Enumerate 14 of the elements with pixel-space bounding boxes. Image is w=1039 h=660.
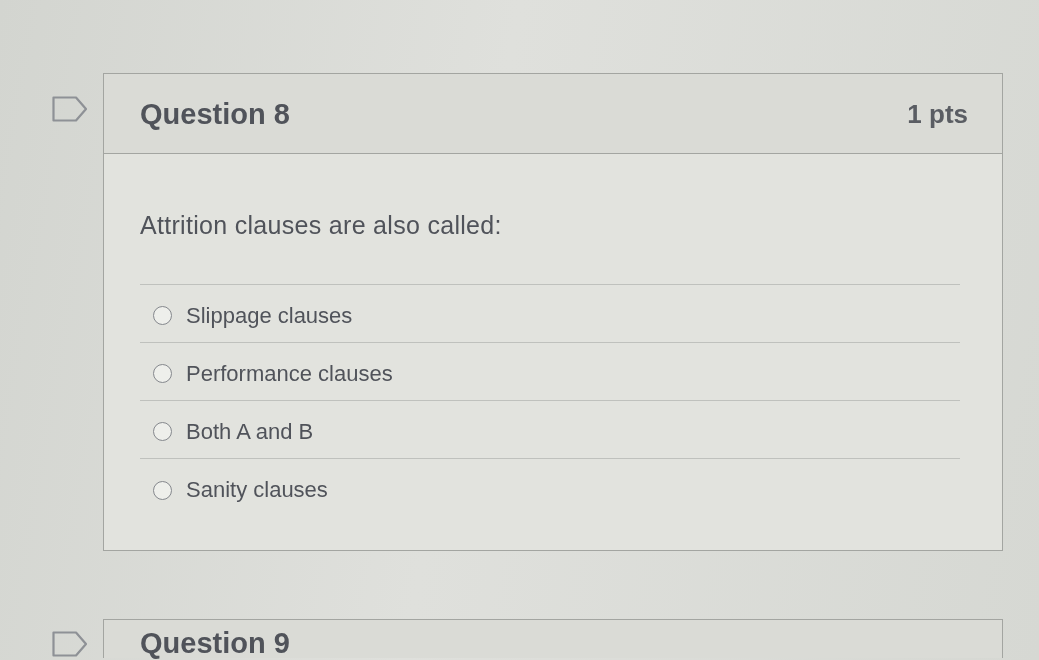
radio-button[interactable] — [153, 422, 172, 441]
flag-icon[interactable] — [52, 96, 88, 122]
radio-button[interactable] — [153, 306, 172, 325]
flag-icon[interactable] — [52, 631, 88, 657]
points-label: 1 pts — [907, 98, 968, 129]
answer-label[interactable]: Slippage clauses — [186, 302, 353, 329]
radio-button[interactable] — [153, 364, 172, 383]
answer-label[interactable]: Sanity clauses — [186, 477, 328, 503]
answer-label[interactable]: Performance clauses — [186, 360, 393, 387]
question-title: Question 8 — [140, 98, 290, 129]
question-text: Attrition clauses are also called: — [140, 210, 503, 240]
question-title: Question 9 — [140, 628, 290, 658]
radio-button[interactable] — [153, 480, 172, 500]
answer-label[interactable]: Both A and B — [186, 418, 314, 445]
